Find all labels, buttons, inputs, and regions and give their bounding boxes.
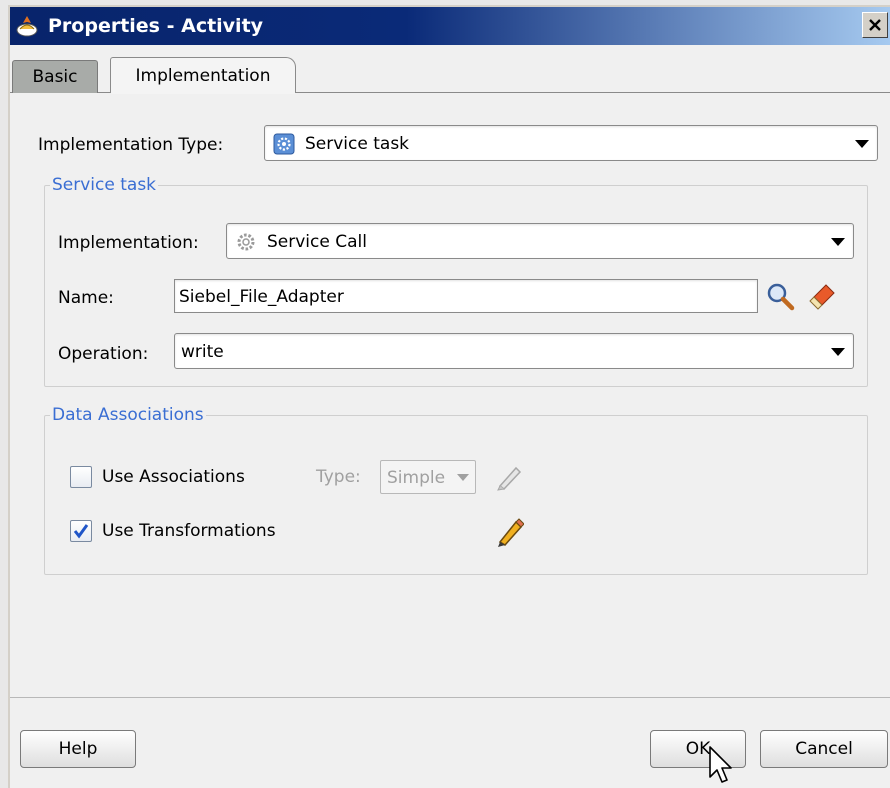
implementation-type-value: Service task: [305, 134, 410, 154]
implementation-type-select[interactable]: Service task: [264, 125, 878, 161]
data-associations-group: [44, 415, 868, 575]
operation-label: Operation:: [58, 344, 149, 364]
active-tab-gap: [111, 92, 295, 94]
tab-implementation[interactable]: Implementation: [110, 57, 296, 93]
window-title: Properties - Activity: [48, 15, 264, 37]
tab-implementation-label: Implementation: [135, 65, 271, 86]
implementation-type-label: Implementation Type:: [38, 135, 224, 155]
tab-basic-label: Basic: [32, 67, 78, 87]
help-button-label: Help: [58, 739, 98, 759]
eraser-icon[interactable]: [806, 281, 838, 313]
use-associations-label: Use Associations: [102, 467, 245, 487]
title-bar[interactable]: Properties - Activity: [10, 7, 890, 45]
chevron-down-icon: [855, 140, 869, 148]
cancel-button[interactable]: Cancel: [760, 730, 888, 768]
implementation-label: Implementation:: [58, 233, 199, 253]
name-label: Name:: [58, 288, 114, 308]
service-task-group-title: Service task: [50, 175, 159, 195]
search-icon[interactable]: [766, 282, 796, 312]
use-associations-checkbox[interactable]: [70, 466, 92, 488]
cancel-button-label: Cancel: [795, 739, 853, 759]
implementation-select[interactable]: Service Call: [226, 223, 854, 259]
app-icon: [16, 16, 38, 37]
implementation-value: Service Call: [267, 232, 367, 252]
footer-separator: [10, 697, 890, 698]
properties-dialog: Properties - Activity Basic Implementati…: [8, 5, 890, 788]
pencil-icon: [497, 466, 522, 491]
pencil-icon[interactable]: [494, 516, 524, 548]
close-icon: [869, 19, 881, 31]
chevron-down-icon: [831, 238, 845, 246]
name-value: Siebel_File_Adapter: [179, 287, 344, 307]
help-button[interactable]: Help: [20, 730, 136, 768]
type-label: Type:: [316, 467, 361, 487]
tab-basic[interactable]: Basic: [12, 60, 98, 93]
data-associations-group-title: Data Associations: [50, 405, 206, 425]
use-transformations-checkbox[interactable]: [70, 520, 92, 542]
chevron-down-icon: [831, 348, 845, 356]
operation-value: write: [181, 342, 224, 362]
close-button[interactable]: [862, 12, 888, 38]
operation-select[interactable]: write: [174, 333, 854, 369]
name-field[interactable]: Siebel_File_Adapter: [174, 279, 758, 313]
ok-button-label: OK: [685, 739, 711, 759]
chevron-down-icon: [457, 474, 469, 481]
cursor-icon: [709, 746, 732, 783]
cog-icon: [273, 133, 295, 155]
type-select[interactable]: Simple: [380, 460, 476, 494]
use-transformations-label: Use Transformations: [102, 521, 276, 541]
cog-icon: [237, 233, 255, 251]
type-value: Simple: [387, 468, 446, 488]
checkmark-icon: [73, 524, 89, 539]
